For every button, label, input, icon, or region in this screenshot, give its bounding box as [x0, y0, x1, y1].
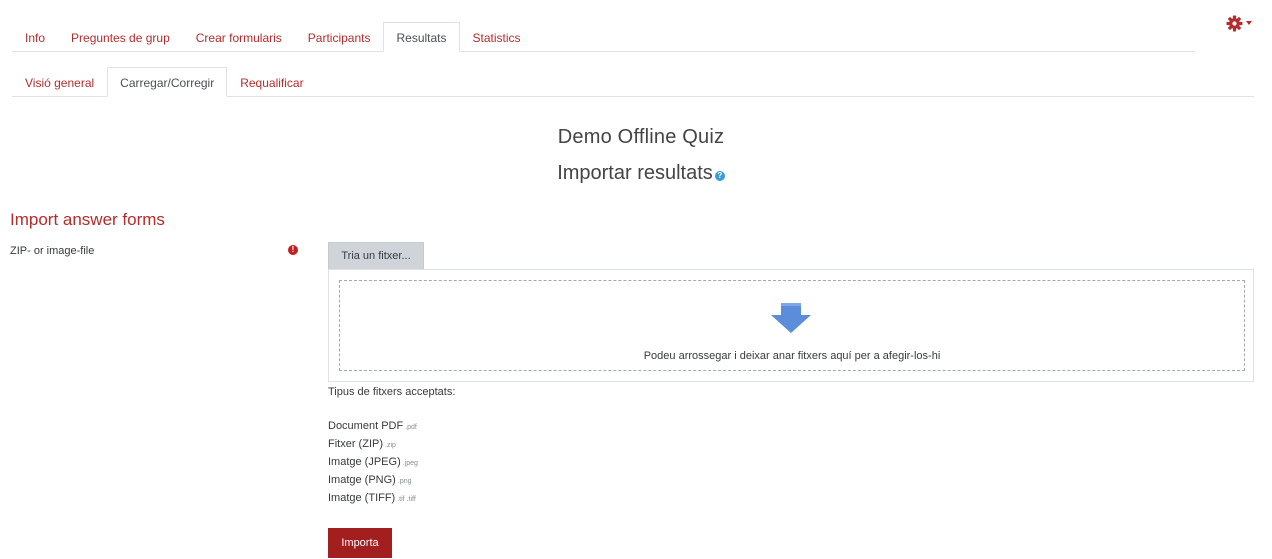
file-type-ext: .zip	[385, 442, 396, 449]
accepted-types-label: Tipus de fitxers acceptats:	[328, 386, 456, 398]
file-type-name: Document PDF	[328, 420, 404, 432]
tab-info[interactable]: Info	[12, 22, 58, 51]
chevron-down-icon	[1246, 21, 1252, 25]
section-title: Import answer forms	[10, 210, 165, 229]
file-type-ext: .pdf	[405, 424, 417, 431]
file-type-ext: .tif .tiff	[397, 496, 416, 503]
primary-tabs: Info Preguntes de grup Crear formularis …	[12, 22, 1195, 52]
question-circle-icon[interactable]: ?	[714, 171, 725, 181]
tab-upload-correct[interactable]: Carregar/Corregir	[107, 67, 228, 97]
tab-statistics[interactable]: Statistics	[460, 22, 534, 51]
import-button[interactable]: Importa	[328, 528, 392, 558]
exclamation-circle-icon: !	[288, 245, 298, 255]
accepted-types-list: Document PDF .pdf Fitxer (ZIP) .zip Imatge…	[328, 418, 418, 508]
settings-menu-button[interactable]	[1226, 13, 1258, 33]
list-item: Imatge (TIFF) .tif .tiff	[328, 490, 418, 508]
secondary-tabs: Visió general Carregar/Corregir Requalif…	[12, 67, 1254, 97]
file-type-ext: .png	[397, 478, 412, 485]
file-field-label: ZIP- or image-file	[10, 245, 95, 257]
page-subtitle: Importar resultats?	[0, 162, 1272, 185]
list-item: Fitxer (ZIP) .zip	[328, 436, 418, 454]
file-type-name: Imatge (JPEG)	[328, 456, 401, 468]
file-type-name: Imatge (TIFF)	[328, 492, 396, 504]
page-title: Demo Offline Quiz	[557, 126, 725, 148]
tab-results[interactable]: Resultats	[383, 22, 460, 52]
tab-regrade[interactable]: Requalificar	[227, 67, 316, 96]
arrow-down-icon	[771, 303, 811, 333]
list-item: Imatge (JPEG) .jpeg	[328, 454, 418, 472]
file-type-ext: .jpeg	[402, 460, 418, 467]
file-type-name: Fitxer (ZIP)	[328, 438, 383, 450]
gear-icon	[1226, 15, 1243, 31]
page-subtitle-text: Importar resultats	[557, 162, 713, 184]
list-item: Document PDF .pdf	[328, 418, 418, 436]
drop-zone-text: Podeu arrossegar i deixar anar fitxers a…	[643, 350, 941, 362]
tab-group-questions[interactable]: Preguntes de grup	[58, 22, 183, 51]
list-item: Imatge (PNG) .png	[328, 472, 418, 490]
tab-create-forms[interactable]: Crear formularis	[183, 22, 295, 51]
file-type-name: Imatge (PNG)	[328, 474, 396, 486]
choose-file-button[interactable]: Tria un fitxer...	[328, 242, 424, 270]
tab-overview[interactable]: Visió general	[12, 67, 107, 96]
tab-participants[interactable]: Participants	[295, 22, 384, 51]
